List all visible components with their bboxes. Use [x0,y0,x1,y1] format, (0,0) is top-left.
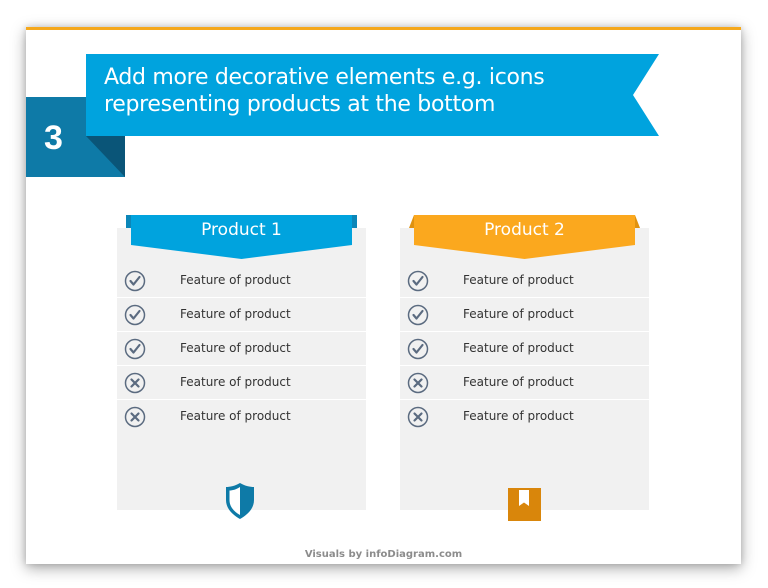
check-circle-icon [407,338,429,360]
product-card-2: Product 2 Feature of product Feature of p… [400,215,649,521]
feature-label: Feature of product [180,341,291,355]
check-circle-icon [407,304,429,326]
headline-line-1: Add more decorative elements e.g. icons [104,65,545,90]
feature-list: Feature of product Feature of product Feat… [400,264,649,433]
check-circle-icon [124,338,146,360]
x-circle-icon [124,406,146,428]
product-card-1: Product 1 Feature of product Feature of p… [117,215,366,519]
headline: Add more decorative elements e.g. icons … [104,64,624,118]
feature-row: Feature of product [400,264,649,298]
feature-label: Feature of product [463,307,574,321]
feature-label: Feature of product [463,273,574,287]
feature-label: Feature of product [463,409,574,423]
slide: 3 Add more decorative elements e.g. icon… [26,27,741,564]
check-circle-icon [124,270,146,292]
box-icon [508,488,541,521]
feature-list: Feature of product Feature of product Feat… [117,264,366,433]
x-circle-icon [407,372,429,394]
feature-row: Feature of product [117,400,366,433]
top-accent-line [26,27,741,30]
feature-row: Feature of product [400,332,649,366]
x-circle-icon [124,372,146,394]
product-title: Product 1 [201,220,282,240]
feature-label: Feature of product [180,375,291,389]
check-circle-icon [407,270,429,292]
headline-line-2: representing products at the bottom [104,92,496,117]
x-circle-icon [407,406,429,428]
feature-label: Feature of product [180,273,291,287]
feature-row: Feature of product [117,366,366,400]
feature-row: Feature of product [117,264,366,298]
feature-row: Feature of product [117,298,366,332]
feature-row: Feature of product [400,298,649,332]
feature-row: Feature of product [400,400,649,433]
product-title: Product 2 [484,220,565,240]
step-number: 3 [44,119,63,157]
check-circle-icon [124,304,146,326]
ribbon-fold [86,136,125,177]
feature-label: Feature of product [180,307,291,321]
shield-icon [226,483,254,519]
footer-credit: Visuals by infoDiagram.com [304,549,463,560]
feature-row: Feature of product [117,332,366,366]
feature-row: Feature of product [400,366,649,400]
feature-label: Feature of product [463,375,574,389]
feature-label: Feature of product [180,409,291,423]
feature-label: Feature of product [463,341,574,355]
